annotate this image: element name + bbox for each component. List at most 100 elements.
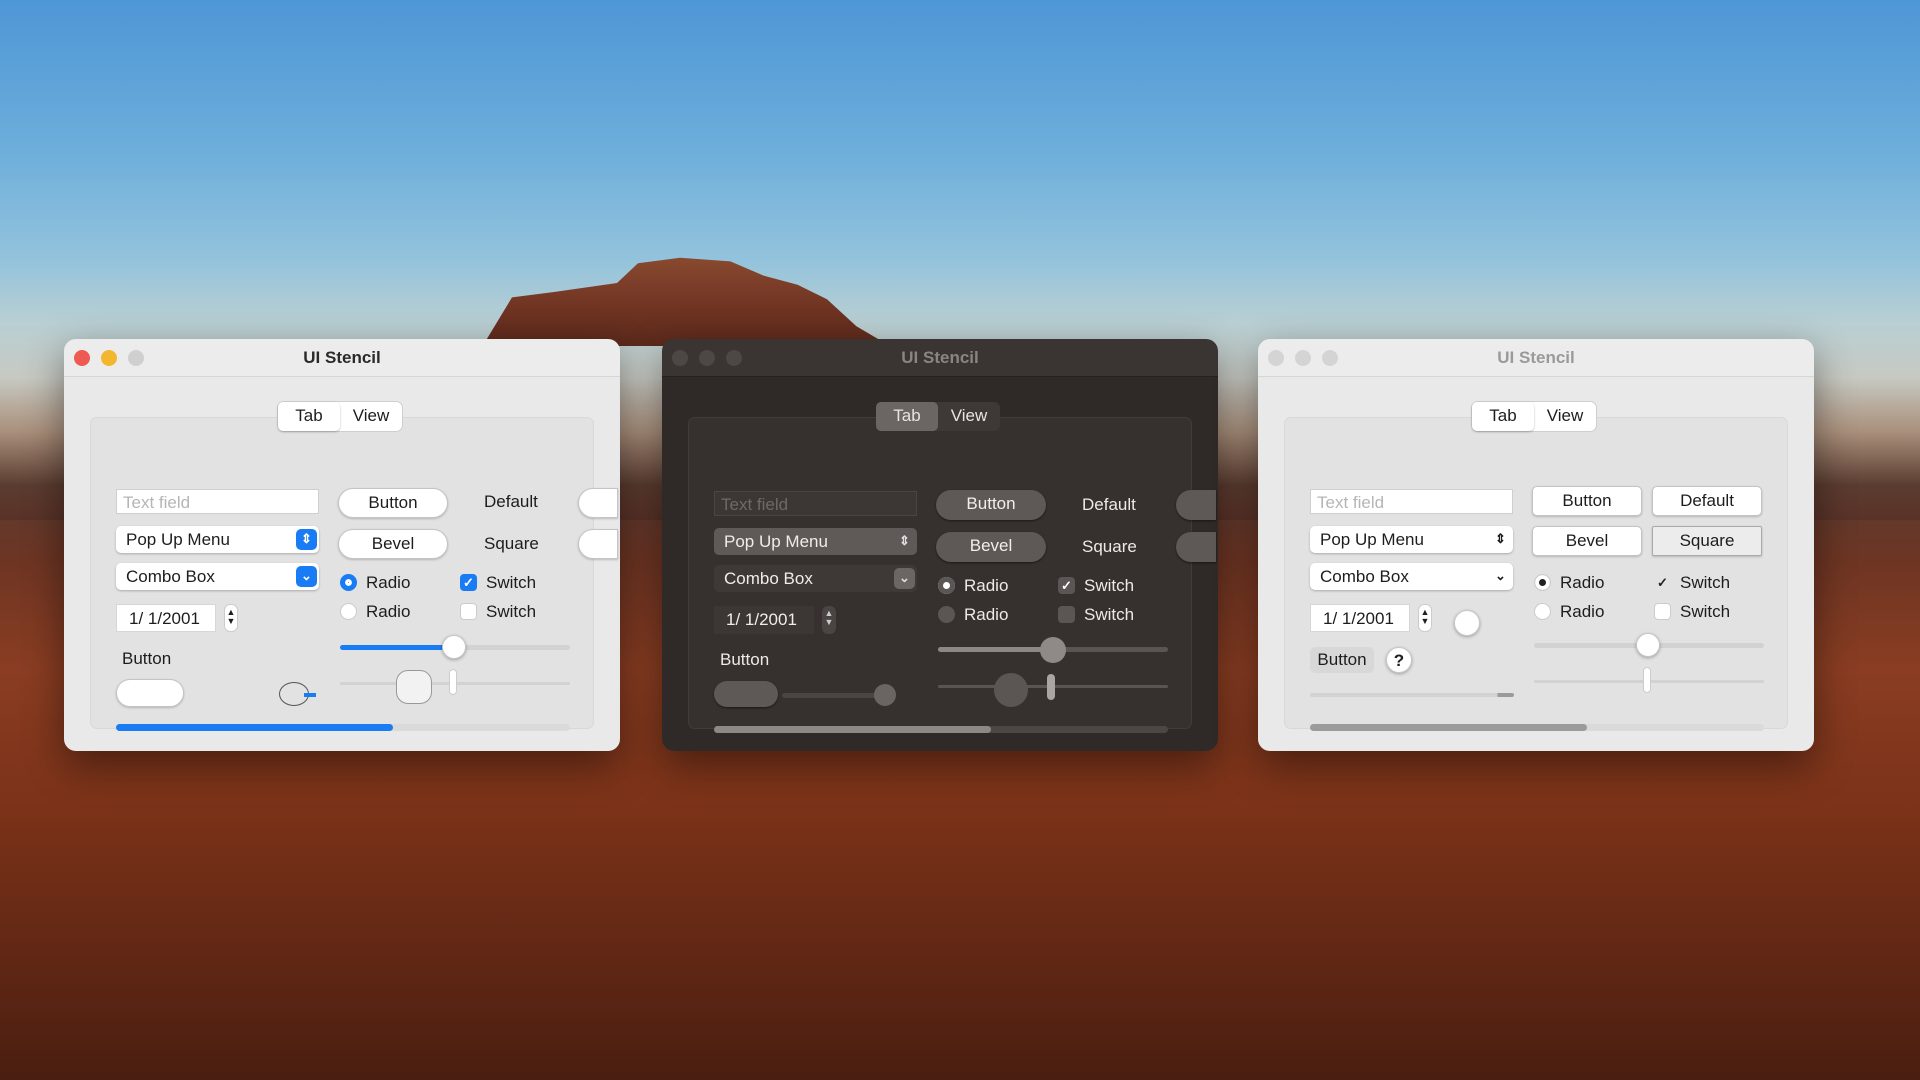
popup-menu[interactable]: Pop Up Menu ⇕ — [116, 526, 319, 553]
text-field[interactable]: Text field — [714, 491, 917, 516]
switch-unchecked[interactable] — [1654, 603, 1671, 620]
text-field[interactable]: Text field — [1310, 489, 1513, 514]
toggle-button[interactable] — [714, 681, 778, 707]
zoom-button[interactable] — [128, 350, 144, 366]
tab-view[interactable]: View — [1534, 402, 1596, 431]
switch-unchecked[interactable] — [460, 603, 477, 620]
radio-unselected[interactable] — [1534, 603, 1551, 620]
slider-knob[interactable] — [1636, 633, 1660, 657]
tab-tab[interactable]: Tab — [1472, 402, 1534, 431]
mini-slider[interactable] — [782, 693, 882, 698]
combo-box-label: Combo Box — [724, 569, 813, 588]
progress-bar — [1310, 724, 1764, 731]
button[interactable]: Button — [1532, 486, 1642, 516]
clipped-button[interactable] — [1176, 490, 1216, 520]
date-picker[interactable]: 1/ 1/2001 — [116, 604, 216, 632]
date-stepper[interactable]: ▲ ▼ — [1418, 604, 1432, 632]
tab-view[interactable]: View — [340, 402, 402, 431]
mini-slider-knob[interactable] — [874, 684, 896, 706]
radio-label: Radio — [366, 602, 411, 621]
radio-unselected[interactable] — [938, 606, 955, 623]
clipped-bevel-button[interactable] — [578, 529, 618, 559]
tab-tab[interactable]: Tab — [278, 402, 340, 431]
bevel-button[interactable]: Bevel — [936, 532, 1046, 562]
switch-label: Switch — [1680, 573, 1731, 592]
tab-tab[interactable]: Tab — [876, 402, 938, 431]
progress-fill — [1310, 724, 1587, 731]
switch-label: Switch — [486, 602, 537, 621]
chevron-updown-icon: ⇕ — [899, 533, 910, 548]
radio-selected[interactable] — [340, 574, 357, 591]
date-picker[interactable]: 1/ 1/2001 — [1310, 604, 1410, 632]
ui-stencil-window-dark[interactable]: UI Stencil Tab View Text field Pop Up Me… — [662, 339, 1218, 751]
circular-slider[interactable] — [396, 670, 432, 704]
switch-label: Switch — [1084, 605, 1135, 624]
slider-knob[interactable] — [1040, 637, 1066, 663]
progress-fill — [714, 726, 991, 733]
close-button[interactable] — [74, 350, 90, 366]
slider-knob[interactable] — [442, 635, 466, 659]
wallpaper-mesa — [482, 257, 890, 346]
radio-label: Radio — [964, 576, 1009, 595]
title-bar[interactable]: UI Stencil — [64, 339, 620, 377]
minimize-button[interactable] — [1295, 350, 1311, 366]
window-title: UI Stencil — [1497, 348, 1575, 367]
radio-selected[interactable] — [1534, 574, 1551, 591]
switch-label: Switch — [486, 573, 537, 592]
mini-slider[interactable] — [1310, 693, 1514, 697]
popup-menu-label: Pop Up Menu — [126, 530, 230, 549]
small-button-label: Button — [122, 649, 172, 668]
default-button[interactable]: Default — [484, 491, 538, 513]
switch-checked[interactable]: ✓ — [1654, 574, 1671, 591]
bevel-button[interactable]: Bevel — [338, 529, 448, 559]
tab-view[interactable]: View — [938, 402, 1000, 431]
minimize-button[interactable] — [699, 350, 715, 366]
bevel-button[interactable]: Bevel — [1532, 526, 1642, 556]
title-bar[interactable]: UI Stencil — [662, 339, 1218, 377]
close-button[interactable] — [672, 350, 688, 366]
help-button[interactable]: ? — [1386, 647, 1412, 673]
switch-unchecked[interactable] — [1058, 606, 1075, 623]
circular-slider[interactable] — [994, 673, 1028, 707]
date-stepper[interactable]: ▲ ▼ — [224, 604, 238, 632]
text-field[interactable]: Text field — [116, 489, 319, 514]
square-button[interactable]: Square — [1652, 526, 1762, 556]
switch-checked[interactable]: ✓ — [460, 574, 477, 591]
default-button[interactable]: Default — [1652, 486, 1762, 516]
combo-box[interactable]: Combo Box ⌄ — [714, 565, 917, 592]
date-stepper[interactable]: ▲ ▼ — [822, 606, 836, 634]
radio-selected[interactable] — [938, 577, 955, 594]
radio-unselected[interactable] — [340, 603, 357, 620]
vertical-slider-knob[interactable] — [1047, 674, 1055, 700]
close-button[interactable] — [1268, 350, 1284, 366]
popup-menu[interactable]: Pop Up Menu ⇕ — [1310, 526, 1513, 553]
square-button[interactable]: Square — [484, 533, 539, 555]
color-well[interactable] — [1454, 610, 1480, 636]
window-title: UI Stencil — [303, 348, 381, 367]
date-picker[interactable]: 1/ 1/2001 — [714, 606, 814, 634]
switch-checked[interactable]: ✓ — [1058, 577, 1075, 594]
chevron-updown-icon: ⇕ — [296, 529, 317, 550]
clipped-button[interactable] — [578, 488, 618, 518]
combo-box[interactable]: Combo Box ⌄ — [1310, 563, 1513, 590]
radio-label: Radio — [366, 573, 411, 592]
vertical-slider-knob[interactable] — [449, 669, 457, 695]
ui-stencil-window-graphite[interactable]: UI Stencil Tab View Text field Pop Up Me… — [1258, 339, 1814, 751]
popup-menu[interactable]: Pop Up Menu ⇕ — [714, 528, 917, 555]
button[interactable]: Button — [338, 488, 448, 518]
minimize-button[interactable] — [101, 350, 117, 366]
chevron-updown-icon: ⇕ — [1495, 531, 1506, 546]
radio-label: Radio — [1560, 602, 1605, 621]
default-button[interactable]: Default — [1082, 494, 1136, 516]
button[interactable]: Button — [936, 490, 1046, 520]
title-bar[interactable]: UI Stencil — [1258, 339, 1814, 377]
zoom-button[interactable] — [1322, 350, 1338, 366]
vertical-slider-knob[interactable] — [1643, 667, 1651, 693]
clipped-bevel-button[interactable] — [1176, 532, 1216, 562]
combo-box[interactable]: Combo Box ⌄ — [116, 563, 319, 590]
ui-stencil-window-light[interactable]: UI Stencil Tab View Text field Pop Up Me… — [64, 339, 620, 751]
zoom-button[interactable] — [726, 350, 742, 366]
recessed-button[interactable]: Button — [1310, 647, 1374, 673]
square-button[interactable]: Square — [1082, 536, 1137, 558]
toggle-button[interactable] — [116, 679, 184, 707]
